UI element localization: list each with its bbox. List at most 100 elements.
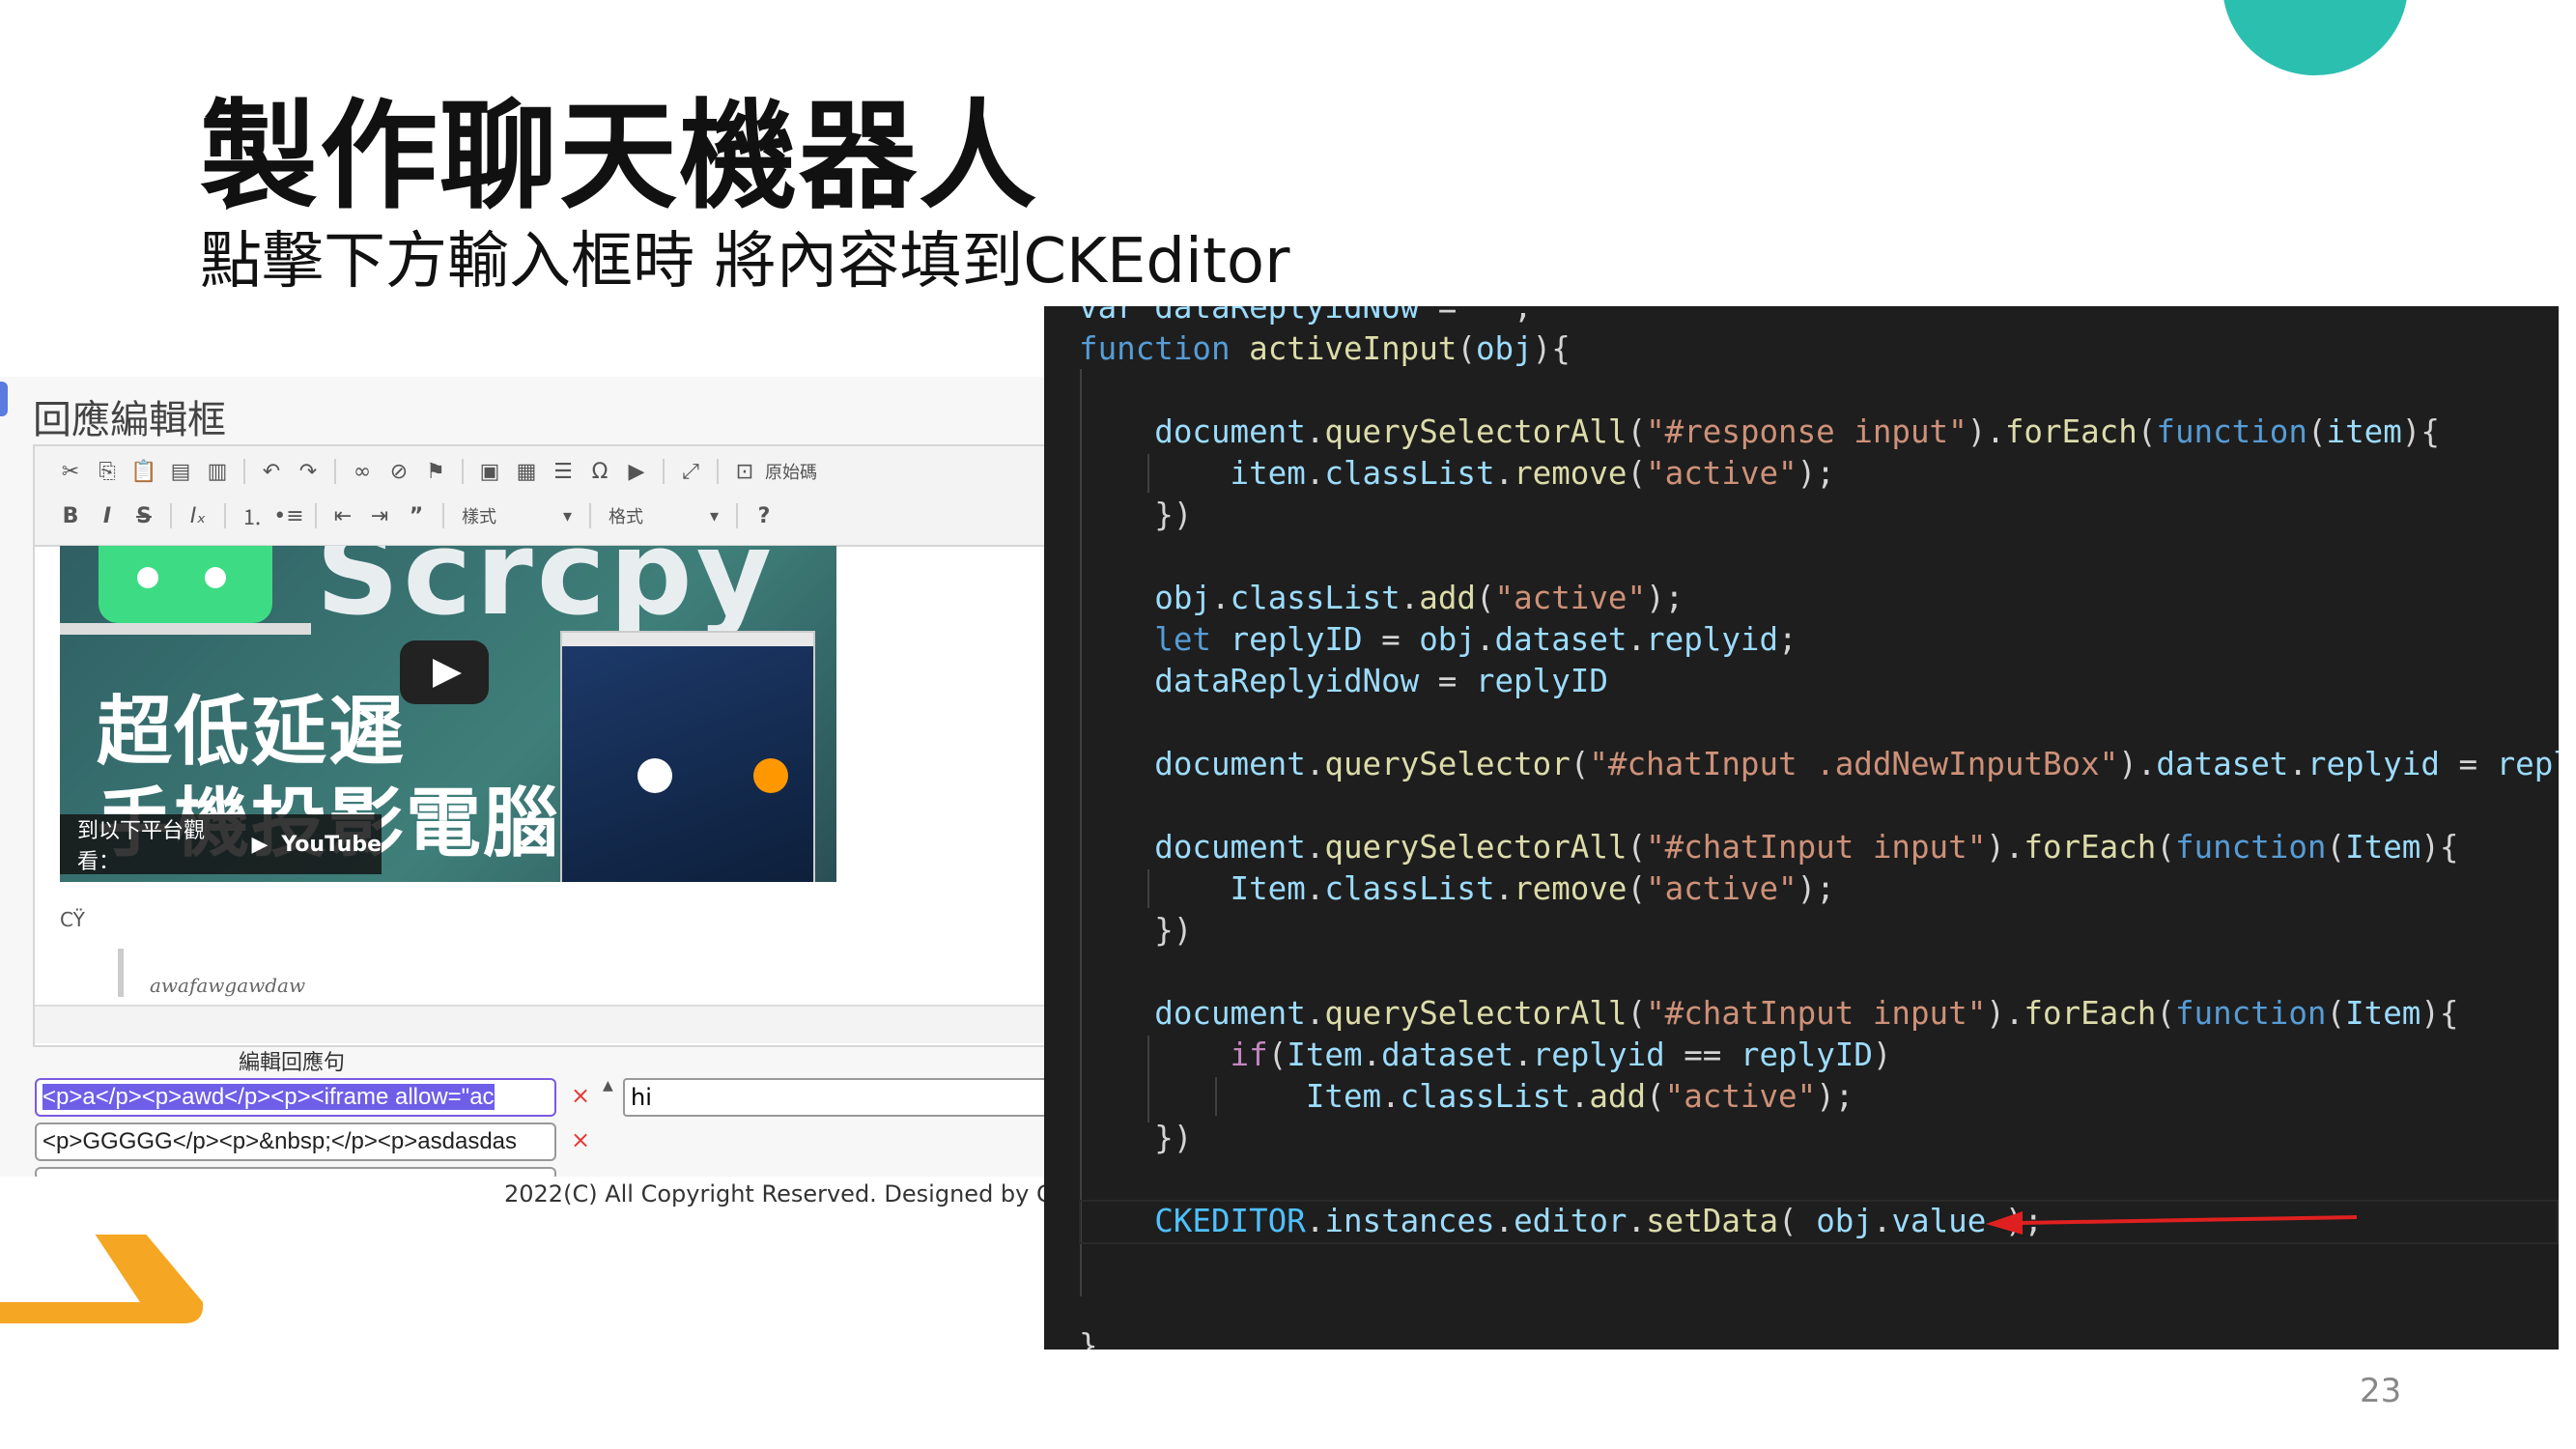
code-token: Item <box>1230 870 1306 907</box>
watch-on-youtube-bar[interactable]: 到以下平台觀看： ▶ YouTube <box>60 814 382 874</box>
toolbar-separator <box>663 459 665 484</box>
horizontal-line-icon[interactable]: ☰ <box>547 455 580 488</box>
redo-icon[interactable]: ↷ <box>292 455 325 488</box>
youtube-embed[interactable]: Scrcpy 超低延遲 手機投影電腦 到以下平台觀看： ▶ YouTube <box>60 546 836 882</box>
code-line: if(Item.dataset.replyid == replyID) <box>1079 1035 2559 1076</box>
code-token: document <box>1154 746 1306 782</box>
code-token: ){ <box>2401 413 2440 450</box>
code-token: obj <box>1154 580 1211 616</box>
code-token: document <box>1154 413 1306 450</box>
blockquote-icon[interactable]: ” <box>400 499 433 532</box>
code-token: ( <box>1627 455 1647 492</box>
code-line: }) <box>1079 495 2559 536</box>
code-token: = <box>1362 621 1420 658</box>
copyright-footer: 2022(C) All Copyright Reserved. Designed… <box>504 1180 1048 1208</box>
code-token: }) <box>1079 912 1193 949</box>
code-token: if <box>1230 1037 1268 1073</box>
decorative-teal-circle <box>2222 0 2408 75</box>
code-token: ( <box>2156 829 2175 866</box>
code-line: obj.classList.add("active"); <box>1079 578 2559 619</box>
source-button[interactable]: 原始碼 <box>765 459 817 484</box>
code-token: . <box>1627 1203 1647 1239</box>
image-icon[interactable]: ▣ <box>473 455 506 488</box>
code-token: add <box>1419 580 1476 616</box>
code-token: "active" <box>1646 870 1798 907</box>
red-arrow-annotation <box>1986 1211 2358 1235</box>
special-char-icon[interactable]: Ω <box>583 455 616 488</box>
code-token: . <box>1627 621 1647 658</box>
outdent-icon[interactable]: ⇤ <box>326 499 359 532</box>
delete-row-button[interactable]: × <box>571 1082 590 1109</box>
toolbar-separator <box>462 459 464 484</box>
code-token: remove <box>1514 455 1628 492</box>
italic-icon[interactable]: I <box>91 499 124 532</box>
code-token: } <box>1079 1327 1098 1350</box>
unlink-icon[interactable]: ⊘ <box>382 455 415 488</box>
monitor-base <box>60 623 311 635</box>
slide-title: 製作聊天機器人 <box>200 88 1038 225</box>
anchor-icon[interactable]: ⚑ <box>419 455 452 488</box>
code-token: replyID <box>1230 621 1363 658</box>
code-line: item.classList.remove("active"); <box>1079 453 2559 495</box>
code-token: . <box>1305 413 1325 450</box>
delete-row-button[interactable]: × <box>571 1126 590 1153</box>
numbered-list-icon[interactable]: ⒈ <box>236 499 269 532</box>
link-icon[interactable]: ∞ <box>346 455 379 488</box>
indent-icon[interactable]: ⇥ <box>363 499 396 532</box>
youtube-play-icon: ▶ <box>251 832 269 857</box>
reply-input-row-1[interactable]: hi <box>623 1078 1048 1117</box>
bold-icon[interactable]: B <box>54 499 87 532</box>
code-token: ); <box>1797 870 1835 907</box>
code-token: classList <box>1400 1078 1571 1115</box>
undo-icon[interactable]: ↶ <box>255 455 288 488</box>
editor-content-text: CŸ <box>60 908 85 931</box>
styles-combo[interactable]: 樣式 ▾ <box>454 501 580 530</box>
remove-format-icon[interactable]: Iₓ <box>182 499 214 532</box>
bulleted-list-icon[interactable]: •≡ <box>272 499 305 532</box>
phone-screen <box>560 631 815 882</box>
code-token: . <box>1570 1078 1590 1115</box>
code-token: forEach <box>2004 413 2137 450</box>
code-token: Item <box>2345 829 2421 866</box>
code-line: Item.classList.add("active"); <box>1079 1076 2559 1118</box>
code-token: setData <box>1646 1203 1779 1239</box>
code-token: ); <box>1797 455 1835 492</box>
youtube-icon[interactable]: ▶ <box>620 455 653 488</box>
paste-word-icon[interactable]: ▥ <box>201 455 234 488</box>
format-combo[interactable]: 格式 ▾ <box>601 501 726 530</box>
code-token: replyid <box>1646 621 1779 658</box>
source-icon[interactable]: ⊡ <box>728 455 761 488</box>
code-token: querySelectorAll <box>1324 995 1628 1032</box>
code-token: ( <box>1457 330 1476 367</box>
code-token: . <box>1400 580 1420 616</box>
code-token: replyid <box>1532 1037 1665 1073</box>
code-token: Item <box>1287 1037 1363 1073</box>
android-eye <box>137 567 158 588</box>
response-input-row-1[interactable]: <p>a</p><p>awd</p><p><iframe allow="ac <box>35 1078 556 1117</box>
code-token: . <box>1305 746 1325 782</box>
help-button[interactable]: ? <box>748 499 780 532</box>
code-token: ); <box>1816 1078 1854 1115</box>
code-token: dataReplyidNow <box>1154 306 1420 326</box>
clock-app-icon <box>637 758 672 793</box>
scroll-up-icon[interactable]: ▲ <box>603 1078 613 1094</box>
cut-icon[interactable]: ✂ <box>54 455 87 488</box>
styles-combo-label: 樣式 <box>462 507 496 527</box>
table-icon[interactable]: ▦ <box>510 455 543 488</box>
code-token: forEach <box>2024 829 2157 866</box>
code-token: Item <box>1305 1078 1382 1115</box>
paste-text-icon[interactable]: ▤ <box>164 455 197 488</box>
toolbar-separator <box>736 503 738 528</box>
copy-icon[interactable]: ⎘ <box>91 455 124 488</box>
response-input-row-2[interactable]: <p>GGGGG</p><p>&nbsp;</p><p>asdasdas <box>35 1122 556 1161</box>
strike-icon[interactable]: S <box>127 499 160 532</box>
maximize-icon[interactable]: ⤢ <box>674 455 707 488</box>
paste-icon[interactable]: 📋 <box>127 455 160 488</box>
code-token: ( <box>1627 413 1647 450</box>
code-token: replyID <box>2496 746 2559 782</box>
